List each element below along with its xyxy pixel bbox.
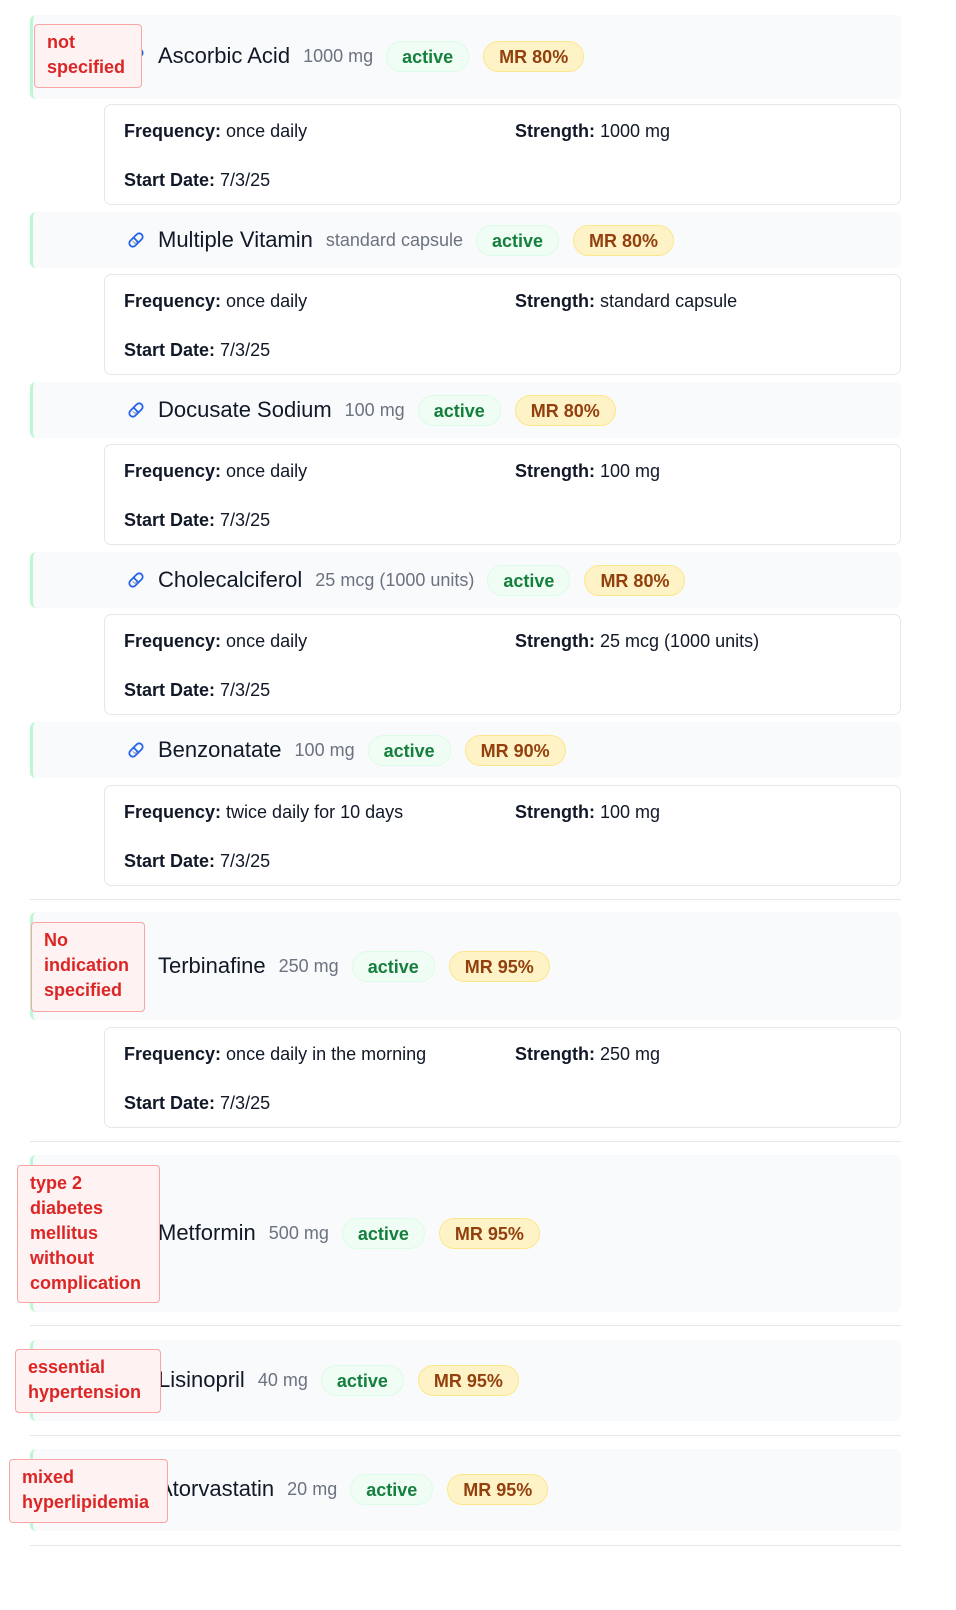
medication-name: Multiple Vitamin — [158, 227, 313, 252]
status-badge: active — [351, 950, 435, 982]
indication-tag: mixed hyperlipidemia — [9, 1459, 168, 1523]
status-badge: active — [320, 1364, 404, 1396]
status-badge: active — [475, 224, 560, 256]
strength-value: 25 mcg (1000 units) — [600, 631, 760, 651]
match-rate-badge: MR 95% — [447, 1473, 549, 1505]
status-badge: active — [341, 1217, 425, 1249]
strength-value: 100 mg — [600, 461, 661, 481]
medication-dose: 100 mg — [344, 399, 405, 420]
match-rate-badge: MR 80% — [584, 564, 686, 596]
frequency-value: once daily — [226, 631, 308, 651]
frequency-label: Frequency: — [124, 461, 222, 481]
start-date-value: 7/3/25 — [220, 680, 271, 700]
pill-icon — [128, 742, 144, 758]
group-divider — [30, 899, 901, 900]
match-rate-badge: MR 80% — [514, 394, 616, 426]
strength-label: Strength: — [515, 631, 595, 651]
strength-label: Strength: — [515, 121, 595, 141]
strength-value: 250 mg — [600, 1044, 661, 1064]
strength-label: Strength: — [515, 461, 595, 481]
frequency-value: once daily in the morning — [226, 1044, 427, 1064]
medication-dose: 20 mg — [287, 1478, 338, 1499]
medication-name: Cholecalciferol — [158, 567, 303, 592]
medication-name: Ascorbic Acid — [158, 43, 291, 68]
strength-label: Strength: — [515, 1044, 595, 1064]
frequency-label: Frequency: — [124, 631, 222, 651]
start-date-label: Start Date: — [124, 340, 216, 360]
medication-name: Docusate Sodium — [158, 397, 332, 422]
frequency-value: once daily — [226, 291, 308, 311]
medication-dose: 500 mg — [268, 1222, 329, 1243]
status-badge: active — [350, 1473, 434, 1505]
status-badge: active — [386, 40, 470, 72]
indication-tag: essential hypertension — [15, 1349, 161, 1413]
group-divider — [30, 1325, 901, 1326]
indication-tag: No indication specified — [31, 922, 145, 1012]
match-rate-badge: MR 80% — [573, 224, 675, 256]
pill-icon — [128, 232, 144, 248]
indication-tag: type 2 diabetes mellitus without complic… — [17, 1165, 160, 1303]
pill-icon — [128, 572, 144, 588]
frequency-label: Frequency: — [124, 121, 222, 141]
status-badge: active — [487, 564, 571, 596]
group-divider — [30, 1141, 901, 1142]
start-date-value: 7/3/25 — [220, 510, 271, 530]
frequency-value: twice daily for 10 days — [226, 802, 404, 822]
medication-details-terbinafine: Frequency: once daily in the morning Str… — [104, 1027, 901, 1128]
strength-value: standard capsule — [600, 291, 738, 311]
frequency-label: Frequency: — [124, 291, 222, 311]
strength-value: 100 mg — [600, 802, 661, 822]
group-divider — [30, 1435, 901, 1436]
medication-name: Metformin — [158, 1220, 256, 1245]
medication-dose: 1000 mg — [303, 45, 374, 66]
start-date-label: Start Date: — [124, 510, 216, 530]
medication-details-benzonatate: Frequency: twice daily for 10 days Stren… — [104, 785, 901, 886]
status-badge: active — [417, 394, 501, 426]
medication-dose: 100 mg — [294, 739, 355, 760]
medication-details-cholecalciferol: Frequency: once daily Strength: 25 mcg (… — [104, 614, 901, 715]
start-date-value: 7/3/25 — [220, 1093, 271, 1113]
match-rate-badge: MR 90% — [464, 734, 566, 766]
match-rate-badge: MR 95% — [438, 1217, 540, 1249]
medication-dose: 25 mcg (1000 units) — [315, 569, 475, 590]
start-date-value: 7/3/25 — [220, 340, 271, 360]
start-date-value: 7/3/25 — [220, 170, 271, 190]
start-date-label: Start Date: — [124, 680, 216, 700]
indication-tag: not specified — [34, 24, 142, 88]
medication-details-ascorbic-acid: Frequency: once daily Strength: 1000 mg … — [104, 104, 901, 205]
strength-value: 1000 mg — [600, 121, 671, 141]
frequency-label: Frequency: — [124, 802, 222, 822]
strength-label: Strength: — [515, 802, 595, 822]
medication-dose: 250 mg — [278, 955, 339, 976]
group-divider — [30, 1545, 901, 1546]
medication-dose: 40 mg — [257, 1369, 308, 1390]
start-date-value: 7/3/25 — [220, 851, 271, 871]
frequency-value: once daily — [226, 461, 308, 481]
medication-details-docusate-sodium: Frequency: once daily Strength: 100 mg S… — [104, 444, 901, 545]
status-badge: active — [367, 734, 451, 766]
medication-dose: standard capsule — [325, 229, 463, 250]
frequency-label: Frequency: — [124, 1044, 222, 1064]
match-rate-badge: MR 80% — [483, 40, 585, 72]
medication-name: Atorvastatin — [158, 1476, 275, 1501]
medication-name: Terbinafine — [158, 953, 266, 978]
pill-icon — [128, 402, 144, 418]
medication-name: Benzonatate — [158, 737, 282, 762]
strength-label: Strength: — [515, 291, 595, 311]
frequency-value: once daily — [226, 121, 308, 141]
match-rate-badge: MR 95% — [417, 1364, 519, 1396]
start-date-label: Start Date: — [124, 1093, 216, 1113]
start-date-label: Start Date: — [124, 170, 216, 190]
start-date-label: Start Date: — [124, 851, 216, 871]
medication-name: Lisinopril — [158, 1367, 245, 1392]
match-rate-badge: MR 95% — [448, 950, 550, 982]
medication-details-multiple-vitamin: Frequency: once daily Strength: standard… — [104, 274, 901, 375]
